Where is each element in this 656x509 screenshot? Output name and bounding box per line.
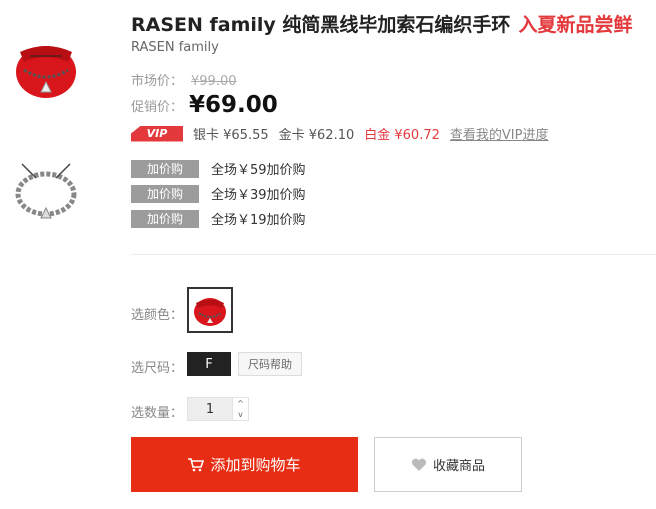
section-divider [131, 254, 656, 255]
thumbnail-list [10, 22, 102, 266]
market-price-row: 市场价： ¥99.00 [131, 70, 237, 89]
favorite-label: 收藏商品 [432, 459, 485, 474]
add-to-cart-button[interactable]: 添加到购物车 [131, 437, 358, 492]
promo-text: 入夏新品尝鲜 [518, 14, 633, 36]
addon-tag: 加价购 [131, 159, 199, 178]
addon-row[interactable]: 加价购 全场￥39加价购 [131, 184, 306, 203]
red-pouch-swatch-image [191, 291, 229, 329]
gold-card-price: 金卡 ¥62.10 [278, 128, 355, 143]
red-pouch-image [10, 22, 82, 114]
quantity-increase-button[interactable]: ^ [233, 398, 248, 409]
addon-text: 全场￥39加价购 [211, 188, 306, 203]
promo-price-value: ¥69.00 [189, 92, 278, 118]
size-help-button[interactable]: 尺码帮助 [238, 352, 302, 376]
product-name: RASEN family 纯简黑线毕加索石编织手环 [131, 14, 511, 36]
thumbnail-bracelet[interactable] [10, 144, 82, 236]
market-price-label: 市场价： [131, 74, 184, 89]
heart-icon [411, 458, 427, 471]
quantity-decrease-button[interactable]: v [233, 409, 248, 420]
product-title: RASEN family 纯简黑线毕加索石编织手环 入夏新品尝鲜 [131, 10, 632, 37]
addon-text: 全场￥59加价购 [211, 163, 306, 178]
brand-name: RASEN family [131, 40, 219, 55]
bracelet-image [10, 144, 82, 236]
promo-price-row: 促销价： ¥69.00 [131, 92, 278, 118]
platinum-card-price: 白金 ¥60.72 [364, 128, 440, 143]
vip-progress-link[interactable]: 查看我的VIP进度 [450, 124, 549, 143]
favorite-button[interactable]: 收藏商品 [374, 437, 522, 492]
promo-price-label: 促销价： [131, 99, 184, 115]
vip-price-row: VIP 银卡 ¥65.55 金卡 ¥62.10 白金 ¥60.72 查看我的VI… [131, 124, 548, 143]
cart-icon [188, 457, 205, 471]
size-option-f[interactable]: F [187, 352, 231, 376]
market-price-value: ¥99.00 [191, 74, 237, 89]
quantity-stepper: ^ v [233, 397, 249, 421]
addon-row[interactable]: 加价购 全场￥19加价购 [131, 209, 306, 228]
silver-card-price: 银卡 ¥65.55 [193, 128, 269, 143]
color-swatch-red[interactable] [187, 287, 233, 333]
size-label: 选尺码： [131, 361, 184, 376]
addon-tag: 加价购 [131, 184, 199, 203]
addon-text: 全场￥19加价购 [211, 213, 306, 228]
add-to-cart-label: 添加到购物车 [210, 456, 301, 474]
vip-badge: VIP [131, 125, 183, 142]
color-label: 选颜色： [131, 308, 184, 323]
quantity-label: 选数量： [131, 406, 184, 421]
addon-row[interactable]: 加价购 全场￥59加价购 [131, 159, 306, 178]
quantity-input[interactable]: 1 [187, 397, 233, 421]
thumbnail-red-pouch[interactable] [10, 22, 82, 114]
addon-tag: 加价购 [131, 209, 199, 228]
